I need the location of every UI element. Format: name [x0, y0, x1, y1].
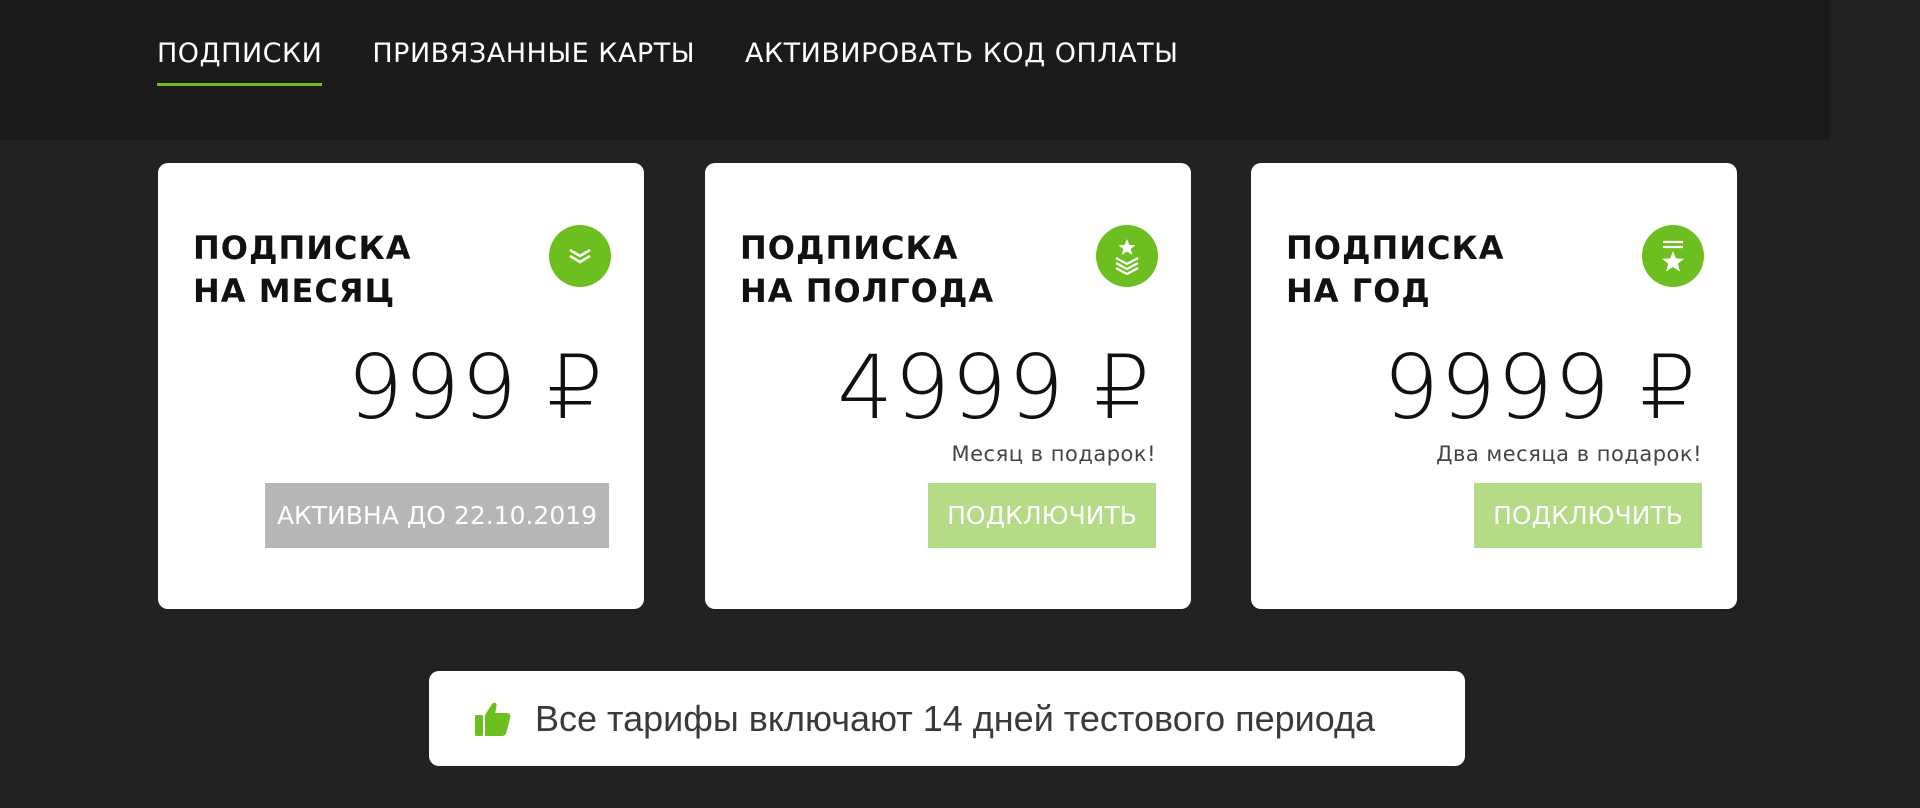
top-nav-bar: ПОДПИСКИ ПРИВЯЗАННЫЕ КАРТЫ АКТИВИРОВАТЬ …	[0, 0, 1830, 140]
connect-button[interactable]: ПОДКЛЮЧИТЬ	[1474, 483, 1702, 548]
plan-title-line2: НА ПОЛГОДА	[740, 272, 995, 310]
tab-linked-cards[interactable]: ПРИВЯЗАННЫЕ КАРТЫ	[372, 38, 695, 86]
plan-card-year: ПОДПИСКА НА ГОД 9999 ₽ Два месяца в пода…	[1251, 163, 1737, 609]
plan-card-half-year: ПОДПИСКА НА ПОЛГОДА 4999 ₽ Месяц в подар…	[705, 163, 1191, 609]
star-bars-rank-icon	[1642, 225, 1704, 287]
plan-title-line2: НА ГОД	[1286, 272, 1431, 310]
tabs: ПОДПИСКИ ПРИВЯЗАННЫЕ КАРТЫ АКТИВИРОВАТЬ …	[157, 38, 1178, 86]
plan-title-line2: НА МЕСЯЦ	[193, 272, 396, 310]
plan-bonus: Месяц в подарок!	[951, 442, 1156, 466]
plan-title-line1: ПОДПИСКА	[193, 229, 412, 267]
active-until-button: АКТИВНА ДО 22.10.2019	[265, 483, 609, 548]
trial-notice-text: Все тарифы включают 14 дней тестового пе…	[535, 697, 1376, 739]
plan-price: 9999 ₽	[1383, 336, 1697, 439]
connect-button[interactable]: ПОДКЛЮЧИТЬ	[928, 483, 1156, 548]
plan-title-line1: ПОДПИСКА	[1286, 229, 1505, 267]
plan-price: 999 ₽	[347, 336, 604, 439]
plan-title: ПОДПИСКА НА ГОД	[1286, 227, 1504, 313]
trial-notice: Все тарифы включают 14 дней тестового пе…	[429, 671, 1465, 766]
thumbs-up-icon	[473, 699, 513, 739]
plan-title-line1: ПОДПИСКА	[740, 229, 959, 267]
chevron-rank-icon	[549, 225, 611, 287]
tab-activate-payment-code[interactable]: АКТИВИРОВАТЬ КОД ОПЛАТЫ	[745, 38, 1178, 86]
star-chevrons-rank-icon	[1096, 225, 1158, 287]
plan-bonus: Два месяца в подарок!	[1436, 442, 1702, 466]
plan-title: ПОДПИСКА НА МЕСЯЦ	[193, 227, 411, 313]
tab-subscriptions[interactable]: ПОДПИСКИ	[157, 38, 323, 86]
plan-title: ПОДПИСКА НА ПОЛГОДА	[740, 227, 994, 313]
plan-price: 4999 ₽	[837, 336, 1151, 439]
plan-card-month: ПОДПИСКА НА МЕСЯЦ 999 ₽ АКТИВНА ДО 22.10…	[158, 163, 644, 609]
